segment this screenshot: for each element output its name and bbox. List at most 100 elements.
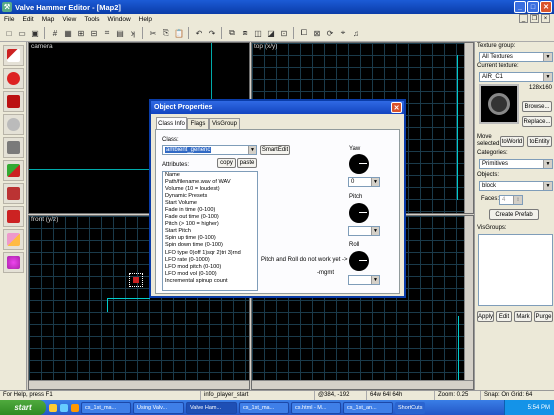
path-tool[interactable] (3, 252, 24, 273)
undo-icon[interactable]: ↶ (193, 27, 205, 39)
create-prefab-button[interactable]: Create Prefab (489, 209, 539, 220)
yaw-combo[interactable]: 0 ▼ (348, 177, 380, 187)
taskbar-item[interactable]: cs.html - M... (291, 401, 341, 414)
quicklaunch-icon[interactable] (71, 403, 79, 412)
list-item[interactable]: Spin down time (0-100) (165, 242, 257, 249)
texture-preview[interactable] (479, 84, 519, 124)
quicklaunch-icon[interactable] (49, 403, 57, 412)
tie-icon[interactable]: ⧠ (298, 27, 310, 39)
list-item[interactable]: Fade out time (0-100) (165, 214, 257, 221)
mdi-restore-button[interactable]: ❐ (530, 14, 539, 23)
horizontal-scrollbar[interactable] (29, 380, 249, 389)
yaw-dial[interactable] (349, 154, 369, 174)
menu-window[interactable]: Window (104, 16, 135, 23)
clip-tool[interactable] (3, 206, 24, 227)
vertical-scrollbar[interactable] (464, 216, 473, 380)
dialog-close-button[interactable]: ✕ (391, 102, 402, 113)
attributes-list[interactable]: Name Path/filename.wav of WAV Volume (10… (162, 171, 258, 291)
smartedit-button[interactable]: SmartEdit (260, 145, 290, 155)
ungroup-icon[interactable]: ⧈ (239, 27, 251, 39)
texture-lock-icon[interactable]: ▦ (62, 27, 74, 39)
tab-class-info[interactable]: Class Info (156, 117, 187, 129)
paste-button[interactable]: paste (237, 158, 257, 168)
grid-icon[interactable]: # (49, 27, 61, 39)
taskbar-item-active[interactable]: Valve Ham... (186, 401, 237, 414)
list-item[interactable]: Pitch (> 100 = higher) (165, 221, 257, 228)
texture-apply-tool[interactable] (3, 160, 24, 181)
block-tool[interactable] (3, 137, 24, 158)
align-icon[interactable]: ⌗ (101, 27, 113, 39)
list-item[interactable]: Spin up time (0-100) (165, 235, 257, 242)
menu-tools[interactable]: Tools (80, 16, 103, 23)
menu-edit[interactable]: Edit (18, 16, 37, 23)
pitch-combo[interactable]: ▼ (348, 226, 380, 236)
menu-view[interactable]: View (58, 16, 80, 23)
browse-button[interactable]: Browse... (522, 101, 552, 112)
taskbar-item[interactable]: cs_1st_an... (343, 401, 393, 414)
maximize-button[interactable]: □ (527, 1, 539, 13)
to-world-button[interactable]: toWorld (500, 136, 524, 147)
entity-tool[interactable] (3, 114, 24, 135)
hide-icon[interactable]: ◫ (252, 27, 264, 39)
3d-grid-icon[interactable]: ⊟ (88, 27, 100, 39)
edit-button[interactable]: Edit (496, 311, 512, 322)
to-entity-button[interactable]: toEntity (527, 136, 552, 147)
copy-icon[interactable]: ⎘ (160, 27, 172, 39)
selection-tool[interactable] (3, 45, 24, 66)
group-icon[interactable]: ⧉ (226, 27, 238, 39)
list-item[interactable]: Path/filename.wav of WAV (165, 179, 257, 186)
vertex-tool[interactable] (3, 229, 24, 250)
apply-button[interactable]: Apply (477, 311, 494, 322)
redo-icon[interactable]: ↷ (206, 27, 218, 39)
paste-icon[interactable]: 📋 (173, 27, 185, 39)
texture-icon[interactable]: ▤ (114, 27, 126, 39)
roll-combo[interactable]: ▼ (348, 275, 380, 285)
visgroups-list[interactable] (478, 234, 553, 306)
cordon-icon[interactable]: ⌖ (337, 27, 349, 39)
tab-visgroup[interactable]: VisGroup (209, 118, 240, 129)
mark-button[interactable]: Mark (514, 311, 532, 322)
menu-file[interactable]: File (0, 16, 18, 23)
run-icon[interactable]: ⟳ (324, 27, 336, 39)
current-texture-select[interactable]: AIR_C1 ▼ (479, 72, 553, 82)
horizontal-scrollbar[interactable] (252, 380, 473, 389)
camera-tool[interactable] (3, 91, 24, 112)
categories-select[interactable]: Primitives ▼ (479, 159, 553, 169)
faces-spinner[interactable]: 4 ⇕ (499, 195, 523, 205)
roll-dial[interactable] (349, 251, 369, 271)
list-item[interactable]: Start Volume (165, 200, 257, 207)
class-select[interactable]: ambient_generic ▼ (162, 145, 257, 155)
list-item[interactable]: Dynamic Presets (165, 193, 257, 200)
entity-icon[interactable]: ⊡ (278, 27, 290, 39)
list-item[interactable]: LFO mod pitch (0-100) (165, 264, 257, 271)
sound-icon[interactable]: ♫ (350, 27, 362, 39)
save-icon[interactable]: ▣ (29, 27, 41, 39)
copy-button[interactable]: copy (217, 158, 236, 168)
close-button[interactable]: ✕ (540, 1, 552, 13)
magnify-tool[interactable] (3, 68, 24, 89)
snap-icon[interactable]: ⊞ (75, 27, 87, 39)
taskbar-item[interactable]: cs_1st_ma... (81, 401, 131, 414)
taskbar-item[interactable]: cs_1st_ma... (239, 401, 289, 414)
taskbar-item[interactable]: Using Valv... (133, 401, 184, 414)
list-item[interactable]: Volume (10 = loudest) (165, 186, 257, 193)
hide-items-icon[interactable]: ʞ (127, 27, 139, 39)
list-item[interactable]: Incremental spinup count (165, 278, 257, 285)
list-item[interactable]: LFO rate (0-1000) (165, 257, 257, 264)
purge-button[interactable]: Purge (534, 311, 553, 322)
new-icon[interactable]: □ (3, 27, 15, 39)
minimize-button[interactable]: _ (514, 1, 526, 13)
move-to-world-icon[interactable]: ⊠ (311, 27, 323, 39)
apply-decal-tool[interactable] (3, 183, 24, 204)
list-item[interactable]: Name (165, 172, 257, 179)
carve-icon[interactable]: ◪ (265, 27, 277, 39)
menu-help[interactable]: Help (135, 16, 156, 23)
list-item[interactable]: Start Pitch (165, 228, 257, 235)
start-button[interactable]: start (0, 400, 46, 415)
shortcuts-toolbar[interactable]: ShortCuts (395, 401, 425, 414)
cut-icon[interactable]: ✂ (147, 27, 159, 39)
list-item[interactable]: LFO type 0)off 1)sqr 2)tri 3)rnd (165, 250, 257, 257)
replace-button[interactable]: Replace... (522, 116, 552, 127)
mdi-minimize-button[interactable]: _ (519, 14, 528, 23)
vertical-scrollbar[interactable] (464, 43, 473, 213)
